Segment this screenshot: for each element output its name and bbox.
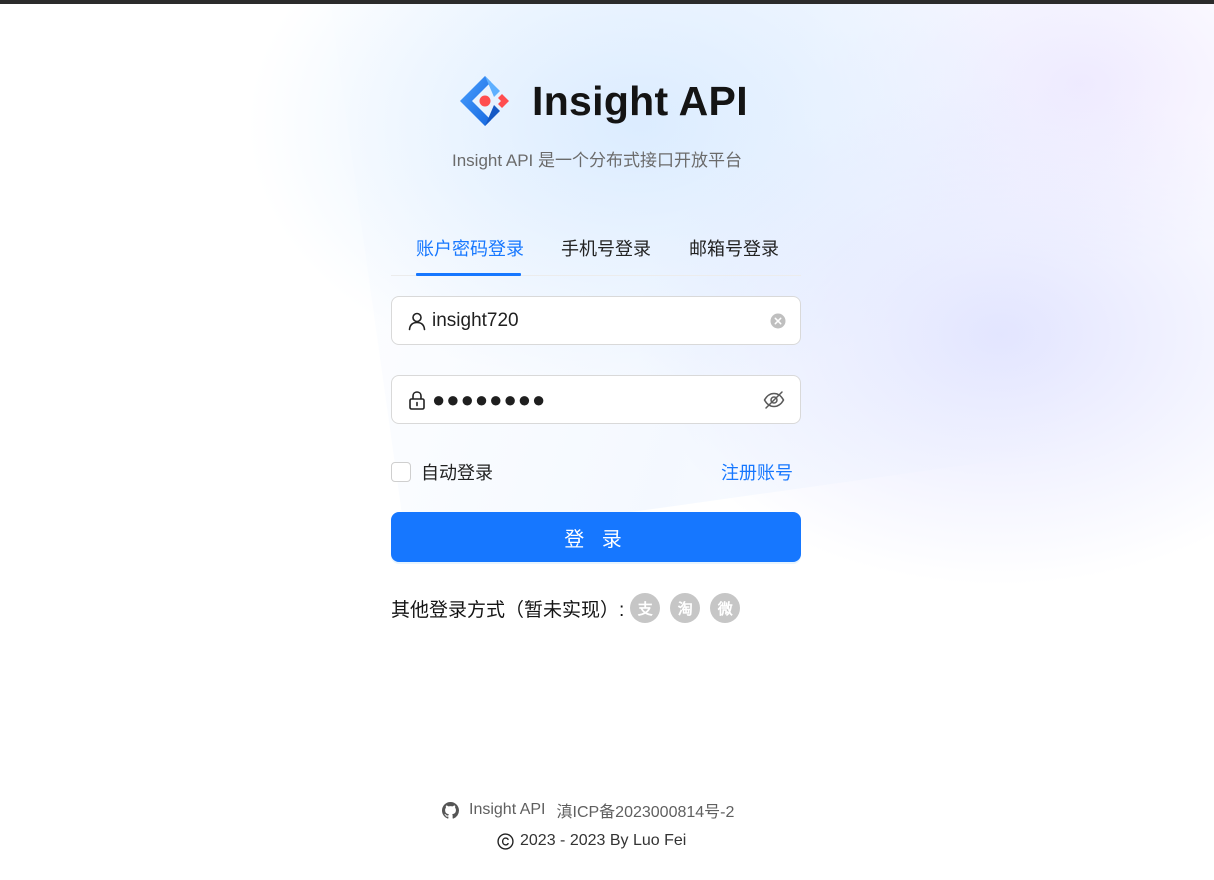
clear-icon[interactable] xyxy=(770,313,786,329)
eye-invisible-icon[interactable] xyxy=(762,388,786,412)
weibo-icon[interactable]: 微 xyxy=(710,593,741,623)
github-icon[interactable] xyxy=(442,801,459,819)
taobao-icon[interactable]: 淘 xyxy=(670,593,701,623)
login-tabs: 账户密码登录 手机号登录 邮箱号登录 xyxy=(391,228,801,276)
copyright-text: 2023 - 2023 By Luo Fei xyxy=(520,832,687,849)
footer-copyright: 2023 - 2023 By Luo Fei xyxy=(497,832,686,850)
username-field[interactable] xyxy=(391,296,801,345)
lock-icon xyxy=(409,390,425,410)
password-field[interactable] xyxy=(391,375,801,424)
footer-links: Insight API 滇ICP备2023000814号-2 xyxy=(442,798,734,822)
user-icon xyxy=(408,312,426,330)
other-login-label: 其他登录方式（暂未实现）: xyxy=(391,599,625,621)
checkbox-box[interactable] xyxy=(391,462,411,482)
app-subtitle: Insight API 是一个分布式接口开放平台 xyxy=(452,151,742,170)
tab-phone[interactable]: 手机号登录 xyxy=(561,235,651,261)
password-input[interactable] xyxy=(432,384,762,415)
auto-login-checkbox[interactable]: 自动登录 xyxy=(391,459,493,485)
copyright-icon xyxy=(497,832,514,850)
register-account-link[interactable]: 注册账号 xyxy=(721,459,793,485)
app-title: Insight API xyxy=(532,78,748,124)
tab-account-password[interactable]: 账户密码登录 xyxy=(416,235,524,261)
alipay-icon[interactable]: 支 xyxy=(630,593,661,623)
page-background xyxy=(0,4,1214,880)
app-logo-icon xyxy=(460,76,509,126)
footer-site-link[interactable]: Insight API xyxy=(469,801,546,819)
username-input[interactable] xyxy=(432,305,770,336)
tab-email[interactable]: 邮箱号登录 xyxy=(689,235,779,261)
other-login-methods: 其他登录方式（暂未实现）: 支 淘 微 xyxy=(391,593,741,623)
login-button[interactable]: 登 录 xyxy=(391,512,801,562)
brand-header: Insight API xyxy=(456,72,748,130)
auto-login-label: 自动登录 xyxy=(421,463,493,483)
footer-icp[interactable]: 滇ICP备2023000814号-2 xyxy=(557,798,735,822)
active-tab-indicator xyxy=(416,273,521,276)
